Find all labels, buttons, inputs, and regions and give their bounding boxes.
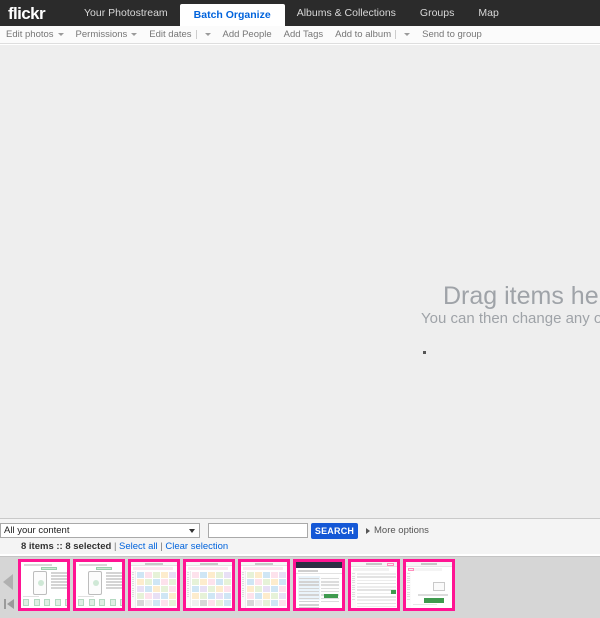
more-options-label: More options xyxy=(374,525,429,536)
thumbnail-preview xyxy=(296,562,342,608)
drop-zone-heading: Drag items here to edit them xyxy=(443,282,600,310)
toolbar-add-tags[interactable]: Add Tags xyxy=(284,29,323,40)
chevron-down-icon xyxy=(189,528,195,533)
jump-to-first-icon[interactable] xyxy=(4,599,15,609)
clear-selection-link[interactable]: Clear selection xyxy=(165,541,228,552)
selection-status: 8 items :: 8 selected | Select all | Cle… xyxy=(21,541,228,552)
chevron-down-icon xyxy=(404,33,411,36)
thumbnail-preview xyxy=(131,562,177,608)
filmstrip-nav-controls xyxy=(0,557,18,618)
chevron-down-icon xyxy=(204,33,211,36)
thumbnail-preview xyxy=(241,562,287,608)
thumbnail-preview xyxy=(186,562,232,608)
thumbnail-5[interactable] xyxy=(238,559,290,611)
nav-item-groups[interactable]: Groups xyxy=(408,0,466,26)
thumbnail-preview xyxy=(351,562,397,608)
nav-item-batch-organize[interactable]: Batch Organize xyxy=(179,4,285,26)
canvas-marker-dot xyxy=(423,351,426,354)
toolbar-add-to-album-label: Add to album xyxy=(335,29,392,40)
thumbnail-1[interactable] xyxy=(18,559,70,611)
thumbnail-preview xyxy=(406,562,452,608)
top-navigation-bar: flickr Your Photostream Batch Organize A… xyxy=(0,0,600,26)
search-button[interactable]: SEARCH xyxy=(311,523,358,539)
thumbnail-6[interactable] xyxy=(293,559,345,611)
previous-page-arrow-icon[interactable] xyxy=(3,574,13,590)
toolbar-add-people[interactable]: Add People xyxy=(223,29,272,40)
chevron-right-icon xyxy=(366,527,370,534)
thumbnail-4[interactable] xyxy=(183,559,235,611)
divider xyxy=(395,30,397,39)
toolbar-add-tags-label: Add Tags xyxy=(283,29,324,40)
divider: | xyxy=(160,541,163,552)
search-input[interactable] xyxy=(208,523,308,538)
toolbar-edit-dates-label: Edit dates xyxy=(149,29,192,40)
nav-item-your-photostream[interactable]: Your Photostream xyxy=(72,0,180,26)
toolbar-edit-photos-label: Edit photos xyxy=(6,29,54,40)
drop-zone-subheading: You can then change any of their details xyxy=(421,310,600,327)
content-filter-value: All your content xyxy=(4,525,70,536)
thumbnail-list xyxy=(18,557,600,618)
toolbar-add-to-album[interactable]: Add to album xyxy=(335,29,411,40)
toolbar-permissions[interactable]: Permissions xyxy=(76,29,138,40)
divider xyxy=(195,30,197,39)
action-toolbar: Edit photos Permissions Edit dates Add P… xyxy=(0,26,600,44)
thumbnail-preview xyxy=(76,562,122,608)
divider: | xyxy=(113,541,117,552)
toolbar-edit-photos[interactable]: Edit photos xyxy=(6,29,64,40)
search-filter-bar: All your content SEARCH More options 8 i… xyxy=(0,518,600,554)
toolbar-send-to-group[interactable]: Send to group xyxy=(422,29,482,40)
thumbnail-preview xyxy=(21,562,67,608)
thumbnail-filmstrip xyxy=(0,556,600,618)
toolbar-edit-dates[interactable]: Edit dates xyxy=(149,29,211,40)
thumbnail-3[interactable] xyxy=(128,559,180,611)
toolbar-send-to-group-label: Send to group xyxy=(422,29,482,40)
content-filter-select[interactable]: All your content xyxy=(0,523,200,538)
primary-nav: Your Photostream Batch Organize Albums &… xyxy=(72,0,511,26)
thumbnail-7[interactable] xyxy=(348,559,400,611)
thumbnail-2[interactable] xyxy=(73,559,125,611)
drop-zone-heading-wrap: Drag items here to edit them xyxy=(443,281,600,311)
chevron-down-icon xyxy=(131,33,138,36)
drag-drop-canvas[interactable]: Drag items here to edit them You can the… xyxy=(0,45,600,518)
thumbnail-8[interactable] xyxy=(403,559,455,611)
toolbar-permissions-label: Permissions xyxy=(75,29,128,40)
select-all-link[interactable]: Select all xyxy=(119,541,158,552)
nav-item-map[interactable]: Map xyxy=(466,0,510,26)
nav-item-albums-collections[interactable]: Albums & Collections xyxy=(285,0,408,26)
flickr-logo[interactable]: flickr xyxy=(0,5,72,26)
more-options-toggle[interactable]: More options xyxy=(366,525,429,536)
toolbar-add-people-label: Add People xyxy=(222,29,272,40)
chevron-down-icon xyxy=(57,33,64,36)
selection-count: 8 items :: 8 selected xyxy=(21,541,112,552)
